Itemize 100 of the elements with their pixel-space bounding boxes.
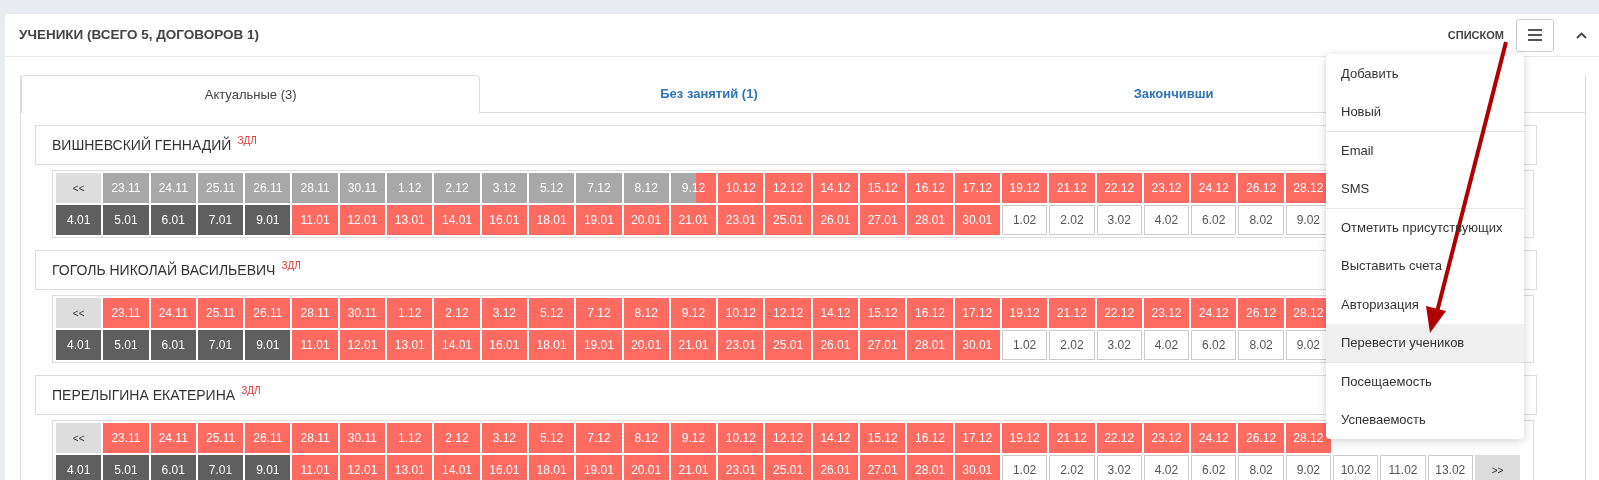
date-cell[interactable]: 7.12 — [576, 173, 622, 203]
date-cell[interactable]: 5.12 — [528, 173, 575, 203]
date-cell[interactable]: 14.12 — [812, 298, 859, 328]
date-cell[interactable]: 21.12 — [1049, 423, 1095, 453]
date-cell[interactable]: 17.12 — [954, 423, 1000, 453]
date-cell[interactable]: 23.11 — [103, 298, 149, 328]
date-cell[interactable]: 26.12 — [1238, 298, 1284, 328]
date-cell[interactable]: 2.02 — [1049, 455, 1095, 480]
date-cell[interactable]: 18.01 — [528, 330, 575, 360]
date-cell[interactable]: 14.12 — [812, 423, 859, 453]
date-cell[interactable]: 21.12 — [1049, 173, 1095, 203]
date-cell[interactable]: 3.12 — [481, 423, 527, 453]
date-cell[interactable]: 20.01 — [623, 330, 669, 360]
date-cell[interactable]: 6.02 — [1191, 330, 1237, 360]
date-cell[interactable]: 26.11 — [245, 423, 291, 453]
date-cell[interactable]: 3.02 — [1096, 330, 1142, 360]
date-cell[interactable]: 16.01 — [481, 205, 527, 235]
date-cell[interactable]: 4.02 — [1143, 205, 1190, 235]
date-cell[interactable]: 24.11 — [150, 423, 196, 453]
date-cell[interactable]: 15.12 — [860, 173, 906, 203]
date-cell[interactable]: 30.01 — [954, 205, 1000, 235]
collapse-icon[interactable] — [1576, 31, 1587, 39]
date-cell[interactable]: 28.11 — [292, 423, 338, 453]
date-cell[interactable]: 6.02 — [1191, 205, 1237, 235]
date-cell[interactable]: 23.12 — [1143, 298, 1190, 328]
date-cell[interactable]: 25.11 — [197, 423, 244, 453]
student-name[interactable]: ВИШНЕВСКИЙ ГЕННАДИЙ — [52, 134, 232, 156]
date-cell[interactable]: 21.01 — [670, 205, 717, 235]
date-cell[interactable]: 14.01 — [434, 455, 480, 480]
date-cell[interactable]: 9.01 — [245, 205, 291, 235]
pager-button[interactable]: << — [56, 423, 102, 453]
date-cell[interactable]: 30.11 — [339, 298, 386, 328]
date-cell[interactable]: 16.12 — [907, 298, 953, 328]
date-cell[interactable]: 21.01 — [670, 455, 717, 480]
date-cell[interactable]: 28.12 — [1285, 423, 1331, 453]
menu-item[interactable]: Перевести учеников — [1326, 323, 1524, 362]
date-cell[interactable]: 3.12 — [481, 298, 527, 328]
date-cell[interactable]: 26.01 — [812, 330, 859, 360]
date-cell[interactable]: 26.01 — [812, 205, 859, 235]
date-cell[interactable]: 19.12 — [1001, 173, 1048, 203]
date-cell[interactable]: 9.01 — [245, 330, 291, 360]
date-cell[interactable]: 20.01 — [623, 455, 669, 480]
date-cell[interactable]: 13.01 — [387, 205, 433, 235]
date-cell[interactable]: 7.01 — [197, 330, 244, 360]
student-name[interactable]: ГОГОЛЬ НИКОЛАЙ ВАСИЛЬЕВИЧ — [52, 259, 276, 281]
date-cell[interactable]: 4.02 — [1143, 455, 1190, 480]
date-cell[interactable]: 4.01 — [56, 330, 102, 360]
date-cell[interactable]: 5.01 — [103, 205, 149, 235]
date-cell[interactable]: 23.11 — [103, 173, 149, 203]
view-mode-link[interactable]: СПИСКОМ — [1447, 26, 1504, 44]
date-cell[interactable]: 25.01 — [765, 330, 811, 360]
date-cell[interactable]: 9.12 — [670, 423, 717, 453]
date-cell[interactable]: 17.12 — [954, 298, 1000, 328]
date-cell[interactable]: 5.12 — [528, 423, 575, 453]
date-cell[interactable]: 23.01 — [718, 205, 764, 235]
date-cell[interactable]: 19.01 — [576, 330, 622, 360]
date-cell[interactable]: 1.12 — [387, 298, 433, 328]
date-cell[interactable]: 8.12 — [623, 298, 669, 328]
date-cell[interactable]: 2.02 — [1049, 205, 1095, 235]
date-cell[interactable]: 16.01 — [481, 330, 527, 360]
date-cell[interactable]: 17.12 — [954, 173, 1000, 203]
date-cell[interactable]: 30.11 — [339, 423, 386, 453]
date-cell[interactable]: 24.12 — [1191, 423, 1237, 453]
date-cell[interactable]: 20.01 — [623, 205, 669, 235]
date-cell[interactable]: 11.02 — [1380, 455, 1426, 480]
pager-button[interactable]: << — [56, 298, 102, 328]
date-cell[interactable]: 8.12 — [623, 423, 669, 453]
date-cell[interactable]: 14.12 — [812, 173, 859, 203]
date-cell[interactable]: 26.11 — [245, 173, 291, 203]
menu-item[interactable]: Email — [1326, 131, 1524, 170]
date-cell[interactable]: 10.02 — [1333, 455, 1379, 480]
menu-item[interactable]: Выставить счета — [1326, 246, 1524, 285]
date-cell[interactable]: 6.01 — [150, 330, 196, 360]
date-cell[interactable]: 28.01 — [907, 330, 953, 360]
date-cell[interactable]: 5.01 — [103, 330, 149, 360]
date-cell[interactable]: 26.12 — [1238, 173, 1284, 203]
date-cell[interactable]: 27.01 — [860, 455, 906, 480]
date-cell[interactable]: 9.02 — [1285, 455, 1331, 480]
date-cell[interactable]: 12.01 — [339, 330, 386, 360]
pager-button[interactable]: >> — [1474, 455, 1521, 480]
date-cell[interactable]: 7.12 — [576, 423, 622, 453]
date-cell[interactable]: 9.12 — [670, 298, 717, 328]
date-cell[interactable]: 18.01 — [528, 205, 575, 235]
date-cell[interactable]: 8.02 — [1238, 330, 1284, 360]
date-cell[interactable]: 8.02 — [1238, 455, 1284, 480]
student-name[interactable]: ПЕРЕЛЫГИНА ЕКАТЕРИНА — [52, 384, 236, 406]
date-cell[interactable]: 14.01 — [434, 205, 480, 235]
date-cell[interactable]: 11.01 — [292, 330, 338, 360]
date-cell[interactable]: 8.02 — [1238, 205, 1284, 235]
date-cell[interactable]: 24.11 — [150, 298, 196, 328]
date-cell[interactable]: 4.01 — [56, 455, 102, 480]
date-cell[interactable]: 12.12 — [765, 173, 811, 203]
date-cell[interactable]: 10.12 — [718, 298, 764, 328]
date-cell[interactable]: 6.01 — [150, 455, 196, 480]
date-cell[interactable]: 11.01 — [292, 205, 338, 235]
date-cell[interactable]: 22.12 — [1096, 173, 1142, 203]
date-cell[interactable]: 10.12 — [718, 423, 764, 453]
date-cell[interactable]: 1.02 — [1001, 455, 1048, 480]
date-cell[interactable]: 27.01 — [860, 205, 906, 235]
date-cell[interactable]: 13.02 — [1427, 455, 1473, 480]
